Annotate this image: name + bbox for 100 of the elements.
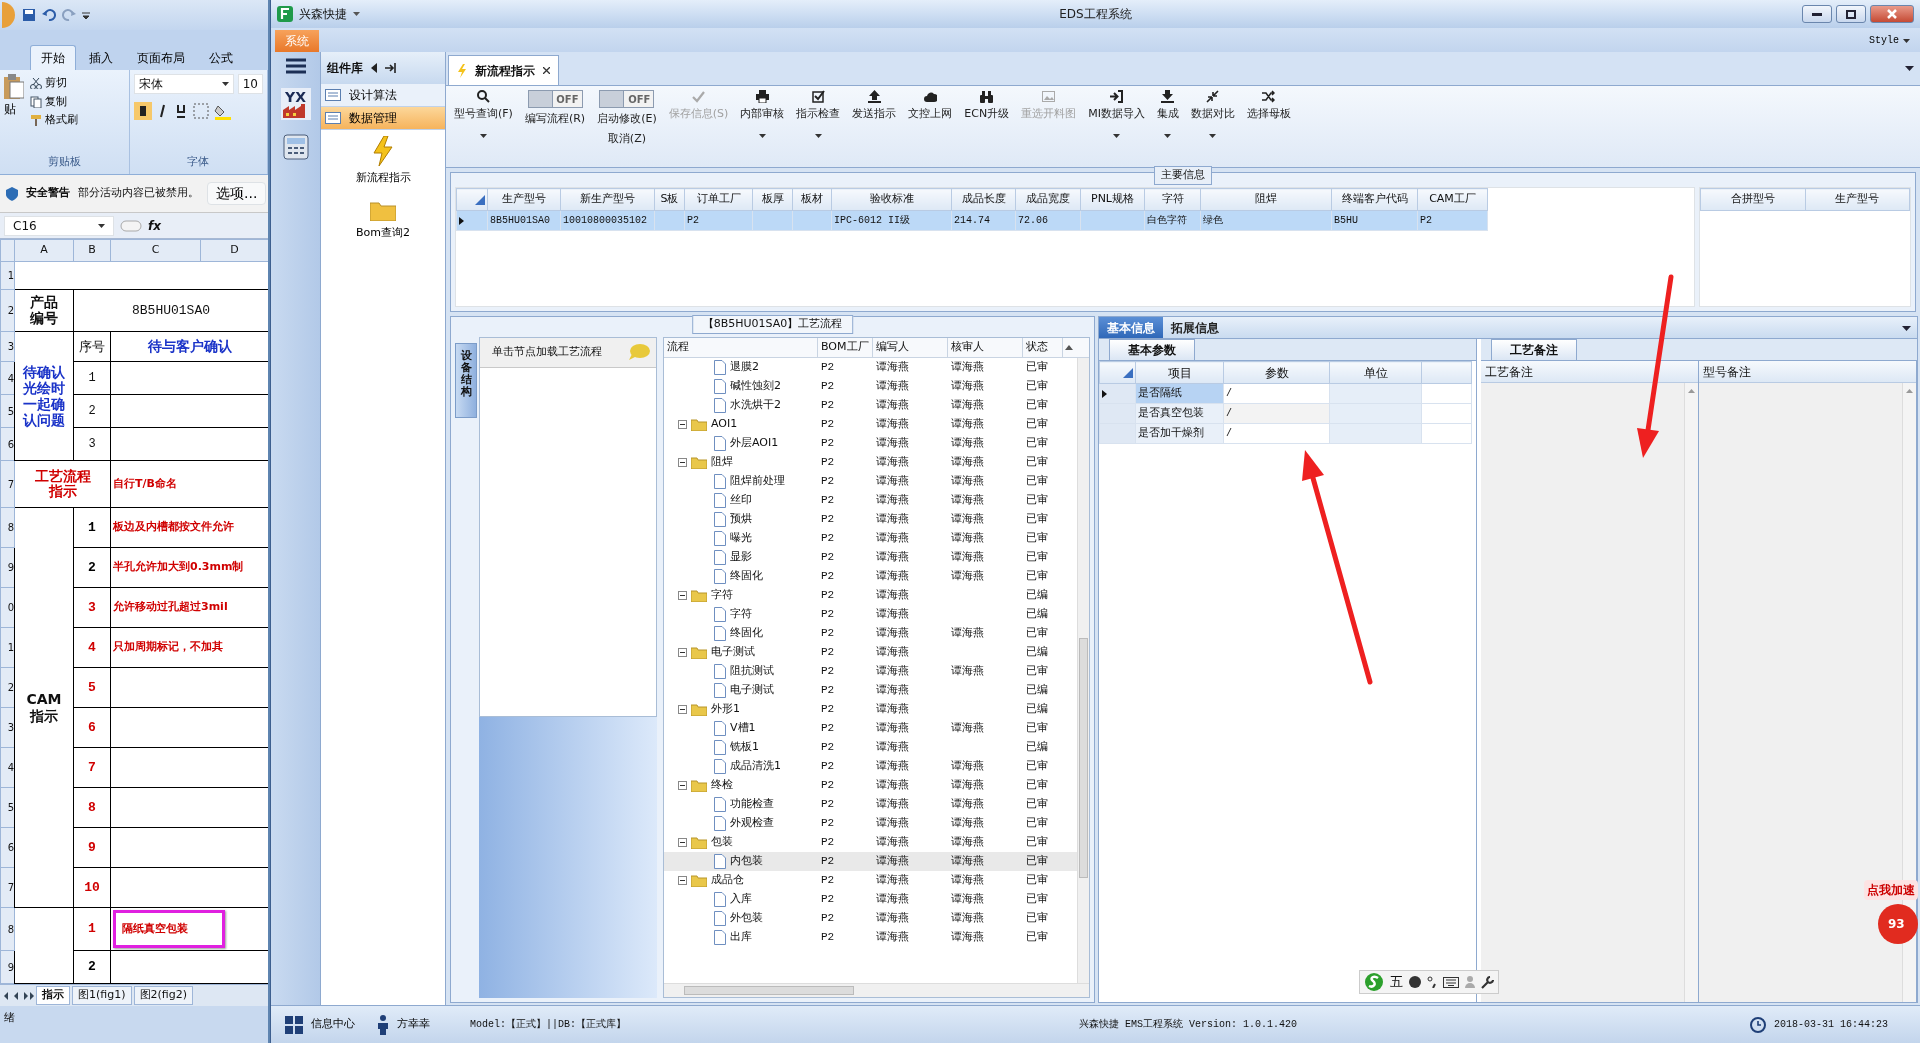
calculator-icon[interactable]: [282, 134, 309, 160]
tree-row[interactable]: 终固化 P2 谭海燕 谭海燕 已审: [664, 567, 1077, 586]
tree-row[interactable]: 电子测试 P2 谭海燕 已编: [664, 643, 1077, 662]
row-header[interactable]: 4: [0, 361, 15, 395]
column-header[interactable]: 流程: [664, 338, 818, 357]
toolbar-button[interactable]: 文控上网: [904, 88, 957, 165]
toolbar-button[interactable]: 内部审核: [736, 88, 789, 165]
column-header[interactable]: 板厚: [752, 188, 793, 211]
column-header[interactable]: 阻焊: [1200, 188, 1332, 211]
toggle-switch[interactable]: OFF: [599, 90, 655, 108]
tree-row[interactable]: 包装 P2 谭海燕 谭海燕 已审: [664, 833, 1077, 852]
tree-row[interactable]: 成品仓 P2 谭海燕 谭海燕 已审: [664, 871, 1077, 890]
tree-row[interactable]: AOI1 P2 谭海燕 谭海燕 已审: [664, 415, 1077, 434]
row-header[interactable]: 7: [0, 460, 15, 508]
table-row[interactable]: 8B5HU01SA0 10010800035102 P2 IPC-6012 II级 214.74 72.06 白色字符 绿色 B5HU P2: [456, 210, 1488, 231]
toolbar-button[interactable]: 集成: [1152, 88, 1183, 165]
tree-row[interactable]: 丝印 P2 谭海燕 谭海燕 已审: [664, 491, 1077, 510]
tab[interactable]: 基本信息: [1099, 317, 1163, 338]
row-header[interactable]: 2: [0, 667, 15, 708]
column-header[interactable]: 编写人: [873, 338, 948, 357]
column-header[interactable]: 成品宽度: [1015, 188, 1081, 211]
maximize-button[interactable]: [1836, 5, 1866, 23]
tree-row[interactable]: 成品清洗1 P2 谭海燕 谭海燕 已审: [664, 757, 1077, 776]
collapse-icon[interactable]: [678, 876, 687, 885]
toolbar-button[interactable]: MI数据导入: [1084, 88, 1149, 165]
bold-icon[interactable]: [133, 102, 152, 120]
column-header[interactable]: B: [73, 239, 111, 262]
name-box[interactable]: C16: [4, 215, 114, 236]
row-header[interactable]: 1: [0, 627, 15, 668]
row-header[interactable]: 7: [0, 867, 15, 908]
column-header[interactable]: 单位: [1329, 361, 1422, 384]
font-name-field[interactable]: 宋体: [133, 74, 234, 94]
column-header[interactable]: 订单工厂: [684, 188, 753, 211]
tree-row[interactable]: 外形1 P2 谭海燕 已编: [664, 700, 1077, 719]
tree-row[interactable]: 终固化 P2 谭海燕 谭海燕 已审: [664, 624, 1077, 643]
tree-row[interactable]: 碱性蚀刻2 P2 谭海燕 谭海燕 已审: [664, 377, 1077, 396]
row-header[interactable]: 5: [0, 787, 15, 828]
toolbar-button[interactable]: 指示检查: [792, 88, 845, 165]
column-header[interactable]: 终端客户代码: [1331, 188, 1418, 211]
tree-row[interactable]: 显影 P2 谭海燕 谭海燕 已审: [664, 548, 1077, 567]
ribbon-tab[interactable]: 开始: [30, 45, 76, 70]
toolbar-button[interactable]: 数据对比: [1186, 88, 1239, 165]
ime-toolbar[interactable]: 五: [1359, 970, 1499, 994]
column-header[interactable]: PNL规格: [1080, 188, 1145, 211]
toggle-switch[interactable]: OFF: [527, 90, 583, 108]
toolbar-button[interactable]: 型号查询(F): [450, 88, 517, 165]
quick-access-icon[interactable]: [353, 12, 360, 16]
column-header[interactable]: 生产型号: [1805, 188, 1910, 211]
ribbon-tab[interactable]: 插入: [78, 45, 124, 70]
row-header[interactable]: 6: [0, 827, 15, 868]
row-header[interactable]: 8: [0, 907, 15, 951]
table-row[interactable]: 是否隔纸 /: [1099, 383, 1472, 404]
horizontal-scrollbar[interactable]: [664, 983, 1089, 997]
user-button[interactable]: 方幸幸: [371, 1013, 436, 1036]
column-header[interactable]: 合拼型号: [1700, 188, 1805, 211]
tree-row[interactable]: 字符 P2 谭海燕 已编: [664, 605, 1077, 624]
tab[interactable]: 拓展信息: [1163, 317, 1227, 338]
column-header[interactable]: 新生产型号: [560, 188, 655, 211]
toolbar-button[interactable]: OFF 编写流程(R): [520, 88, 590, 165]
row-header[interactable]: 6: [0, 427, 15, 461]
close-button[interactable]: [1870, 5, 1914, 23]
tree-row[interactable]: 预烘 P2 谭海燕 谭海燕 已审: [664, 510, 1077, 529]
row-header[interactable]: 1: [0, 261, 15, 290]
minimize-button[interactable]: [1802, 5, 1832, 23]
tree-row[interactable]: 电子测试 P2 谭海燕 已编: [664, 681, 1077, 700]
side-tab[interactable]: 设备结构: [455, 343, 477, 418]
toolbar-button[interactable]: OFF 启动修改(E) 取消(Z): [593, 88, 661, 165]
panel-tab[interactable]: 工艺备注: [1491, 339, 1577, 360]
pin-icon[interactable]: [385, 63, 397, 73]
library-item[interactable]: 数据管理: [321, 107, 445, 130]
column-header[interactable]: 生产型号: [487, 188, 561, 211]
ribbon-button[interactable]: 剪切: [28, 74, 80, 93]
menu-icon[interactable]: [285, 58, 306, 74]
table-row[interactable]: 是否加干燥剂 /: [1099, 423, 1472, 444]
dropdown-icon[interactable]: [1902, 326, 1911, 331]
tree-row[interactable]: 阻焊前处理 P2 谭海燕 谭海燕 已审: [664, 472, 1077, 491]
tree-row[interactable]: 功能检查 P2 谭海燕 谭海燕 已审: [664, 795, 1077, 814]
paste-button[interactable]: 贴: [4, 74, 24, 130]
column-header[interactable]: CAM工厂: [1417, 188, 1488, 211]
table-row[interactable]: 是否真空包装 /: [1099, 403, 1472, 424]
tree-row[interactable]: V槽1 P2 谭海燕 谭海燕 已审: [664, 719, 1077, 738]
collapse-icon[interactable]: [678, 705, 687, 714]
tree-row[interactable]: 阻抗测试 P2 谭海燕 谭海燕 已审: [664, 662, 1077, 681]
column-header[interactable]: A: [14, 239, 74, 262]
tree-row[interactable]: 水洗烘干2 P2 谭海燕 谭海燕 已审: [664, 396, 1077, 415]
row-header[interactable]: 2: [0, 289, 15, 332]
toolbar-button[interactable]: 发送指示: [848, 88, 901, 165]
sheet-tab[interactable]: 指示: [36, 986, 70, 1005]
ribbon-button[interactable]: 格式刷: [28, 111, 80, 130]
collapse-icon[interactable]: [678, 781, 687, 790]
column-header[interactable]: 验收标准: [831, 188, 952, 211]
close-icon[interactable]: [543, 67, 550, 74]
row-header[interactable]: 8: [0, 507, 15, 548]
tree-row[interactable]: 退膜2 P2 谭海燕 谭海燕 已审: [664, 358, 1077, 377]
options-button[interactable]: 选项...: [207, 182, 267, 205]
scroll-up-icon[interactable]: [1065, 345, 1073, 350]
tree-row[interactable]: 铣板1 P2 谭海燕 已编: [664, 738, 1077, 757]
toolbar-button[interactable]: 选择母板: [1242, 88, 1295, 165]
yx-logo-tile[interactable]: YX: [280, 88, 311, 120]
arrow-left-icon[interactable]: [371, 63, 377, 73]
